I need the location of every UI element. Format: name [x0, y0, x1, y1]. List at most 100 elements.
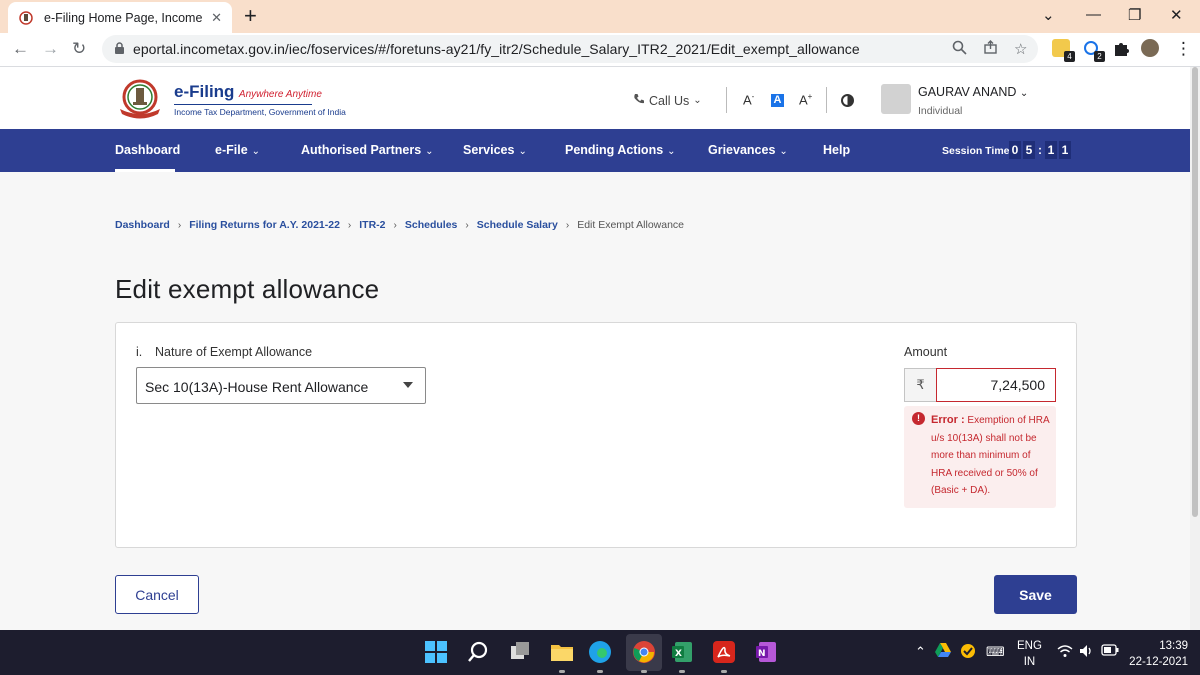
- header-divider: [826, 87, 827, 113]
- clock-date: 22-12-2021: [1129, 656, 1188, 668]
- forward-icon[interactable]: →: [42, 39, 59, 59]
- font-normal-button[interactable]: A: [771, 94, 784, 107]
- amount-input[interactable]: [936, 368, 1056, 402]
- scrollbar-thumb[interactable]: [1192, 67, 1198, 517]
- breadcrumb-link-schedules[interactable]: Schedules: [405, 219, 458, 231]
- extension-badge: 4: [1064, 51, 1075, 62]
- efiling-brand[interactable]: e-Filing Anywhere Anytime Income Tax Dep…: [174, 82, 346, 117]
- field-number: i.: [136, 345, 143, 359]
- session-time-label: Session Time: [942, 145, 1010, 157]
- nav-item-pending-actions[interactable]: Pending Actions ⌄: [565, 143, 676, 157]
- brand-department: Income Tax Department, Government of Ind…: [174, 107, 346, 117]
- extensions-puzzle-icon[interactable]: [1112, 39, 1130, 57]
- region-code: IN: [1023, 656, 1036, 668]
- breadcrumb-link-schedule-salary[interactable]: Schedule Salary: [477, 219, 558, 231]
- user-avatar[interactable]: [881, 84, 911, 114]
- lock-icon[interactable]: [114, 42, 125, 60]
- extension-link-icon[interactable]: 2: [1082, 39, 1105, 62]
- user-role: Individual: [918, 105, 963, 117]
- keyboard-icon[interactable]: ⌨: [986, 644, 1005, 660]
- sync-check-icon[interactable]: [960, 643, 976, 662]
- page-scrollbar[interactable]: [1190, 67, 1200, 630]
- wifi-icon[interactable]: [1057, 644, 1073, 661]
- contrast-toggle-icon[interactable]: [841, 94, 854, 107]
- edge-icon[interactable]: [588, 640, 612, 673]
- breadcrumb-link-filing-returns[interactable]: Filing Returns for A.Y. 2021-22: [189, 219, 340, 231]
- header-divider: [726, 87, 727, 113]
- call-us-dropdown[interactable]: Call Us ⌄: [633, 93, 702, 108]
- site-header: e-Filing Anywhere Anytime Income Tax Dep…: [0, 67, 1200, 129]
- new-tab-icon[interactable]: +: [244, 5, 257, 27]
- page-content: Dashboard › Filing Returns for A.Y. 2021…: [0, 172, 1190, 630]
- excel-icon[interactable]: X: [670, 640, 694, 673]
- onenote-icon[interactable]: N: [754, 640, 778, 664]
- search-icon[interactable]: [466, 640, 490, 664]
- call-us-label: Call Us: [649, 93, 690, 108]
- input-language[interactable]: ENG IN: [1017, 638, 1042, 670]
- task-view-icon[interactable]: [508, 640, 532, 664]
- svg-text:N: N: [758, 649, 766, 659]
- zoom-icon[interactable]: [952, 40, 967, 59]
- nav-item-services[interactable]: Services ⌄: [463, 143, 527, 157]
- close-icon[interactable]: ✕: [211, 10, 222, 26]
- save-button[interactable]: Save: [994, 575, 1077, 614]
- extension-icon[interactable]: 4: [1052, 39, 1075, 62]
- font-increase-button[interactable]: A+: [799, 92, 812, 107]
- chevron-right-icon: ›: [565, 219, 570, 231]
- chevron-down-icon: ⌄: [693, 95, 702, 106]
- restore-icon[interactable]: ❐: [1128, 6, 1141, 24]
- chevron-down-icon: ⌄: [667, 146, 676, 157]
- chevron-down-icon: ⌄: [1019, 88, 1029, 99]
- system-clock[interactable]: 13:39 22-12-2021: [1126, 638, 1188, 670]
- font-decrease-sup: -: [751, 92, 755, 101]
- address-bar[interactable]: eportal.incometax.gov.in/iec/foservices/…: [102, 35, 1038, 63]
- breadcrumb-link-dashboard[interactable]: Dashboard: [115, 219, 170, 231]
- income-tax-emblem-logo[interactable]: [117, 79, 163, 119]
- chevron-down-icon: ⌄: [251, 146, 261, 157]
- nav-item-dashboard[interactable]: Dashboard: [115, 143, 180, 157]
- exempt-allowance-form: i. Nature of Exempt Allowance Sec 10(13A…: [115, 322, 1077, 548]
- nav-item-efile[interactable]: e-File ⌄: [215, 143, 260, 157]
- back-icon[interactable]: ←: [12, 39, 29, 59]
- profile-avatar-icon[interactable]: [1141, 39, 1159, 57]
- window-close-icon[interactable]: ✕: [1170, 6, 1183, 24]
- chevron-down-icon: ⌄: [425, 146, 434, 157]
- nav-item-help[interactable]: Help: [823, 143, 850, 157]
- breadcrumb-current: Edit Exempt Allowance: [577, 219, 685, 231]
- chevron-right-icon: ›: [393, 219, 397, 231]
- main-navigation: Dashboard e-File ⌄ Authorised Partners ⌄ S…: [0, 129, 1200, 172]
- file-explorer-icon[interactable]: [550, 640, 574, 673]
- nav-label: Pending Actions: [565, 143, 664, 157]
- chevron-right-icon: ›: [347, 219, 352, 231]
- reload-icon[interactable]: ↻: [72, 39, 86, 59]
- rupee-icon: ₹: [904, 368, 936, 402]
- acrobat-pdf-icon[interactable]: [712, 640, 736, 673]
- breadcrumb-link-itr2[interactable]: ITR-2: [359, 219, 385, 231]
- tray-chevron-up-icon[interactable]: ⌃: [915, 644, 926, 660]
- url-text: eportal.incometax.gov.in/iec/foservices/…: [133, 41, 860, 57]
- nav-label: Help: [823, 143, 851, 157]
- share-icon[interactable]: [983, 40, 998, 59]
- nav-item-grievances[interactable]: Grievances ⌄: [708, 143, 788, 157]
- google-drive-icon[interactable]: [935, 643, 951, 660]
- cancel-button[interactable]: Cancel: [115, 575, 199, 614]
- chevron-right-icon: ›: [465, 219, 469, 231]
- volume-icon[interactable]: [1079, 644, 1095, 661]
- nav-item-authorised-partners[interactable]: Authorised Partners ⌄: [301, 143, 434, 157]
- chrome-icon[interactable]: [632, 640, 656, 673]
- battery-icon[interactable]: [1101, 644, 1119, 659]
- bookmark-star-icon[interactable]: ☆: [1014, 40, 1027, 58]
- user-menu[interactable]: GAURAV ANAND ⌄: [918, 85, 1028, 99]
- session-colon: :: [1038, 143, 1042, 157]
- nature-of-allowance-select[interactable]: Sec 10(13A)-House Rent Allowance: [136, 367, 426, 404]
- selected-allowance: Sec 10(13A)-House Rent Allowance: [145, 379, 369, 395]
- menu-kebab-icon[interactable]: ⋮: [1175, 39, 1192, 59]
- user-name: GAURAV ANAND: [918, 85, 1017, 99]
- start-windows-icon[interactable]: [424, 640, 448, 664]
- tab-search-icon[interactable]: ⌄: [1042, 6, 1055, 24]
- minimize-icon[interactable]: —: [1086, 6, 1101, 23]
- brand-tagline: Anywhere Anytime: [238, 89, 322, 100]
- browser-tab[interactable]: e-Filing Home Page, Income Tax I ✕: [8, 2, 232, 33]
- font-decrease-button[interactable]: A-: [743, 92, 754, 107]
- error-alert-icon: !: [912, 412, 925, 425]
